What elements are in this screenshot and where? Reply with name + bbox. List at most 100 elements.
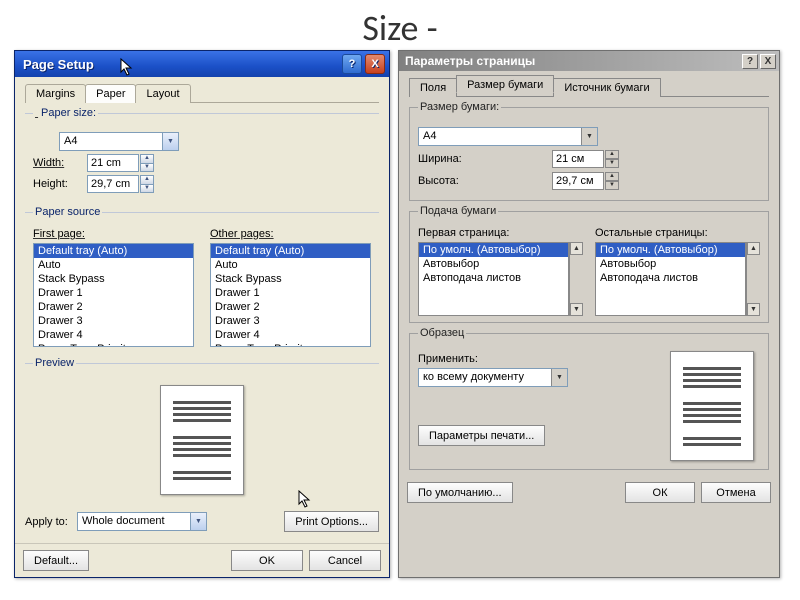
- list-item[interactable]: Stack Bypass: [34, 272, 193, 286]
- preview-legend: Preview: [33, 357, 76, 369]
- tab-paper-size[interactable]: Размер бумаги: [456, 75, 554, 93]
- other-pages-listbox[interactable]: По умолч. (Автовыбор) Автовыбор Автопода…: [595, 242, 746, 316]
- width-spinner[interactable]: ▲▼: [552, 150, 619, 168]
- apply-to-label: Apply to:: [25, 516, 71, 528]
- paper-size-legend: Размер бумаги:: [418, 101, 501, 113]
- spin-up-icon[interactable]: ▲: [605, 172, 619, 181]
- list-item[interactable]: Auto: [34, 258, 193, 272]
- first-page-listbox[interactable]: Default tray (Auto) Auto Stack Bypass Dr…: [33, 243, 194, 347]
- first-page-listbox[interactable]: По умолч. (Автовыбор) Автовыбор Автопода…: [418, 242, 569, 316]
- paper-size-select[interactable]: A4 ▼: [59, 132, 179, 151]
- cancel-button[interactable]: Отмена: [701, 482, 771, 503]
- list-item[interactable]: Drawer 1: [34, 286, 193, 300]
- slide-title: Size -: [0, 0, 800, 50]
- height-input[interactable]: [552, 172, 604, 190]
- titlebar[interactable]: Параметры страницы ? X: [399, 51, 779, 71]
- list-item[interactable]: Default tray (Auto): [211, 244, 370, 258]
- tab-label: Размер бумаги: [467, 79, 543, 91]
- list-item[interactable]: Paper Type Priority: [34, 342, 193, 347]
- other-pages-listbox[interactable]: Default tray (Auto) Auto Stack Bypass Dr…: [210, 243, 371, 347]
- list-item[interactable]: Drawer 4: [211, 328, 370, 342]
- paper-size-legend: Paper size:: [33, 107, 98, 119]
- dropdown-arrow-icon: ▼: [551, 369, 567, 386]
- spin-up-icon[interactable]: ▲: [605, 150, 619, 159]
- other-pages-label: Other pages:: [210, 228, 371, 240]
- help-button[interactable]: ?: [342, 54, 362, 74]
- ok-button[interactable]: ОК: [625, 482, 695, 503]
- paper-size-select[interactable]: A4 ▼: [418, 127, 598, 146]
- list-item[interactable]: Auto: [211, 258, 370, 272]
- list-item[interactable]: Автовыбор: [419, 257, 568, 271]
- spin-up-icon[interactable]: ▲: [140, 154, 154, 163]
- other-pages-label: Остальные страницы:: [595, 227, 760, 239]
- paper-size-value: A4: [60, 133, 162, 150]
- width-label: Ширина:: [418, 153, 476, 165]
- apply-to-value: Whole document: [78, 513, 190, 530]
- spin-down-icon[interactable]: ▼: [140, 163, 154, 172]
- tab-paper-label: Paper: [96, 88, 125, 100]
- height-label: Высота:: [418, 175, 476, 187]
- dropdown-arrow-icon: ▼: [162, 133, 178, 150]
- list-item[interactable]: Paper Type Priority: [211, 342, 370, 347]
- width-input[interactable]: [87, 154, 139, 172]
- preview-legend: Образец: [418, 327, 466, 339]
- scroll-up-icon[interactable]: ▲: [570, 242, 583, 255]
- tab-fields[interactable]: Поля: [409, 78, 457, 97]
- print-options-button[interactable]: Print Options...: [284, 511, 379, 532]
- height-input[interactable]: [87, 175, 139, 193]
- default-button[interactable]: По умолчанию...: [407, 482, 513, 503]
- list-item[interactable]: Drawer 2: [211, 300, 370, 314]
- tab-label: Поля: [420, 82, 446, 94]
- paper-size-fieldset: Paper size: A4 ▼ Width: ▲▼ Heig: [25, 107, 379, 202]
- tab-margins-label: Margins: [36, 88, 75, 100]
- list-item[interactable]: По умолч. (Автовыбор): [419, 243, 568, 257]
- ok-button[interactable]: OK: [231, 550, 303, 571]
- page-preview-icon: [160, 385, 244, 495]
- paper-source-legend: Подача бумаги: [418, 205, 498, 217]
- default-button[interactable]: Default...: [23, 550, 89, 571]
- height-spinner[interactable]: ▲▼: [552, 172, 619, 190]
- list-item[interactable]: Default tray (Auto): [34, 244, 193, 258]
- tab-paper-source[interactable]: Источник бумаги: [553, 78, 660, 97]
- spin-down-icon[interactable]: ▼: [140, 184, 154, 193]
- first-page-label: First page:: [33, 228, 194, 240]
- help-button[interactable]: ?: [742, 54, 758, 69]
- titlebar-text: Page Setup: [23, 57, 94, 72]
- width-input[interactable]: [552, 150, 604, 168]
- apply-to-select[interactable]: ко всему документу ▼: [418, 368, 568, 387]
- height-spinner[interactable]: ▲▼: [87, 175, 154, 193]
- list-item[interactable]: Drawer 3: [211, 314, 370, 328]
- tab-margins[interactable]: Margins: [25, 84, 86, 103]
- scroll-up-icon[interactable]: ▲: [747, 242, 760, 255]
- list-item[interactable]: Drawer 4: [34, 328, 193, 342]
- height-label: Height:: [33, 178, 79, 190]
- close-button[interactable]: X: [365, 54, 385, 74]
- print-options-button[interactable]: Параметры печати...: [418, 425, 545, 446]
- tab-label: Источник бумаги: [564, 82, 649, 94]
- list-item[interactable]: Автоподача листов: [419, 271, 568, 285]
- tab-bar: Поля Размер бумаги Источник бумаги: [409, 77, 769, 97]
- titlebar[interactable]: Page Setup ? X: [15, 51, 389, 77]
- apply-to-select[interactable]: Whole document ▼: [77, 512, 207, 531]
- spin-up-icon[interactable]: ▲: [140, 175, 154, 184]
- scrollbar[interactable]: ▲▼: [746, 242, 760, 316]
- list-item[interactable]: Автоподача листов: [596, 271, 745, 285]
- scroll-down-icon[interactable]: ▼: [570, 303, 583, 316]
- spin-down-icon[interactable]: ▼: [605, 159, 619, 168]
- scrollbar[interactable]: ▲▼: [569, 242, 583, 316]
- list-item[interactable]: Drawer 3: [34, 314, 193, 328]
- preview-fieldset: Preview: [25, 357, 379, 505]
- tab-layout[interactable]: Layout: [135, 84, 190, 103]
- close-button[interactable]: X: [760, 54, 776, 69]
- spin-down-icon[interactable]: ▼: [605, 181, 619, 190]
- paper-source-fieldset: Paper source First page: Default tray (A…: [25, 206, 379, 353]
- list-item[interactable]: Автовыбор: [596, 257, 745, 271]
- list-item[interactable]: Stack Bypass: [211, 272, 370, 286]
- tab-paper[interactable]: Paper: [85, 84, 136, 103]
- cancel-button[interactable]: Cancel: [309, 550, 381, 571]
- list-item[interactable]: Drawer 2: [34, 300, 193, 314]
- list-item[interactable]: Drawer 1: [211, 286, 370, 300]
- width-spinner[interactable]: ▲▼: [87, 154, 154, 172]
- list-item[interactable]: По умолч. (Автовыбор): [596, 243, 745, 257]
- scroll-down-icon[interactable]: ▼: [747, 303, 760, 316]
